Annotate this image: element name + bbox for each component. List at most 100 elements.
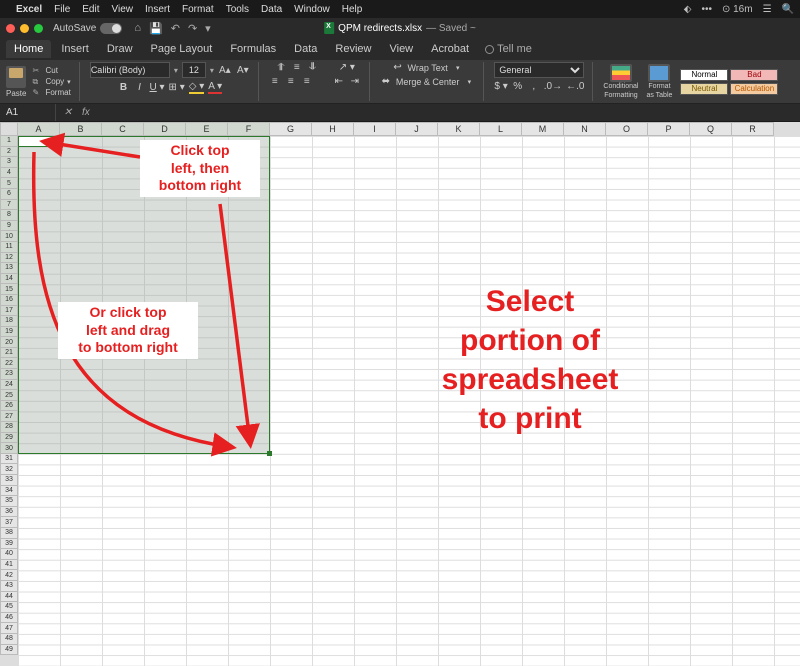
tell-me-search[interactable]: Tell me <box>485 43 532 55</box>
row-header-2[interactable]: 2 <box>0 147 18 158</box>
control-center-icon[interactable]: ☰ <box>763 4 772 15</box>
underline-button[interactable]: U ▾ <box>150 82 165 93</box>
comma-format-button[interactable]: , <box>528 81 540 92</box>
row-header-45[interactable]: 45 <box>0 602 18 613</box>
row-header-30[interactable]: 30 <box>0 443 18 454</box>
qat-undo-icon[interactable]: ↶ <box>171 22 180 35</box>
style-neutral[interactable]: Neutral <box>680 83 728 95</box>
column-header-Q[interactable]: Q <box>690 122 732 136</box>
decrease-indent-button[interactable]: ⇤ <box>333 76 345 87</box>
tab-home[interactable]: Home <box>6 40 51 58</box>
row-header-11[interactable]: 11 <box>0 242 18 253</box>
column-header-B[interactable]: B <box>60 122 102 136</box>
row-header-24[interactable]: 24 <box>0 380 18 391</box>
bold-button[interactable]: B <box>118 82 130 93</box>
row-header-33[interactable]: 33 <box>0 475 18 486</box>
menu-data[interactable]: Data <box>261 4 282 15</box>
percent-format-button[interactable]: % <box>512 81 524 92</box>
row-header-22[interactable]: 22 <box>0 358 18 369</box>
column-header-E[interactable]: E <box>186 122 228 136</box>
column-header-I[interactable]: I <box>354 122 396 136</box>
menu-help[interactable]: Help <box>342 4 363 15</box>
align-top-button[interactable]: ⥣ <box>275 62 287 73</box>
row-header-35[interactable]: 35 <box>0 496 18 507</box>
column-header-G[interactable]: G <box>270 122 312 136</box>
fill-color-button[interactable]: ◇ ▾ <box>189 81 205 94</box>
row-header-6[interactable]: 6 <box>0 189 18 200</box>
row-header-15[interactable]: 15 <box>0 284 18 295</box>
qat-home-icon[interactable]: ⌂ <box>134 22 141 35</box>
row-header-18[interactable]: 18 <box>0 316 18 327</box>
decrease-font-button[interactable]: A▾ <box>236 63 250 77</box>
borders-button[interactable]: ⊞ ▾ <box>169 82 185 93</box>
tab-acrobat[interactable]: Acrobat <box>423 40 477 58</box>
menu-view[interactable]: View <box>112 4 134 15</box>
decrease-decimal-button[interactable]: ←.0 <box>566 81 584 92</box>
cut-button[interactable]: ✂Cut <box>32 66 70 76</box>
column-header-H[interactable]: H <box>312 122 354 136</box>
cancel-formula-icon[interactable]: ✕ <box>56 107 80 118</box>
qat-redo-icon[interactable]: ↷ <box>188 22 197 35</box>
row-header-42[interactable]: 42 <box>0 570 18 581</box>
row-header-14[interactable]: 14 <box>0 274 18 285</box>
row-header-4[interactable]: 4 <box>0 168 18 179</box>
row-header-23[interactable]: 23 <box>0 369 18 380</box>
align-bottom-button[interactable]: ⥥ <box>307 62 319 73</box>
row-header-47[interactable]: 47 <box>0 623 18 634</box>
row-header-7[interactable]: 7 <box>0 200 18 211</box>
menu-tools[interactable]: Tools <box>226 4 249 15</box>
italic-button[interactable]: I <box>134 82 146 93</box>
autosave-toggle[interactable] <box>100 23 122 34</box>
merge-center-button[interactable]: ⬌ Merge & Center ▾ <box>380 76 476 87</box>
row-header-48[interactable]: 48 <box>0 634 18 645</box>
menu-edit[interactable]: Edit <box>82 4 99 15</box>
spotlight-icon[interactable]: 🔍 <box>782 4 794 15</box>
fx-icon[interactable]: fx <box>82 107 90 118</box>
align-center-button[interactable]: ≡ <box>285 76 297 87</box>
tab-review[interactable]: Review <box>327 40 379 58</box>
copy-button[interactable]: ⧉Copy ▾ <box>32 77 70 87</box>
menu-format[interactable]: Format <box>182 4 214 15</box>
column-header-A[interactable]: A <box>18 122 60 136</box>
dropbox-icon[interactable]: ⬖ <box>684 4 692 15</box>
align-left-button[interactable]: ≡ <box>269 76 281 87</box>
row-header-49[interactable]: 49 <box>0 645 18 656</box>
menu-file[interactable]: File <box>54 4 70 15</box>
font-name-select[interactable] <box>90 62 170 78</box>
row-header-27[interactable]: 27 <box>0 411 18 422</box>
qat-save-icon[interactable]: 💾 <box>149 22 163 35</box>
row-header-41[interactable]: 41 <box>0 560 18 571</box>
row-header-3[interactable]: 3 <box>0 157 18 168</box>
row-header-12[interactable]: 12 <box>0 253 18 264</box>
row-header-37[interactable]: 37 <box>0 517 18 528</box>
zoom-window-button[interactable] <box>34 24 43 33</box>
row-header-34[interactable]: 34 <box>0 486 18 497</box>
column-header-K[interactable]: K <box>438 122 480 136</box>
more-icon[interactable]: ••• <box>701 4 712 15</box>
column-header-O[interactable]: O <box>606 122 648 136</box>
increase-font-button[interactable]: A▴ <box>218 63 232 77</box>
row-header-26[interactable]: 26 <box>0 401 18 412</box>
menu-window[interactable]: Window <box>294 4 330 15</box>
increase-decimal-button[interactable]: .0→ <box>544 81 562 92</box>
name-box[interactable]: A1 <box>0 104 56 121</box>
format-painter-button[interactable]: ✎Format <box>32 88 70 98</box>
row-header-44[interactable]: 44 <box>0 592 18 603</box>
row-header-25[interactable]: 25 <box>0 390 18 401</box>
font-size-select[interactable] <box>182 62 206 78</box>
fill-handle[interactable] <box>267 451 272 456</box>
select-all-corner[interactable] <box>0 122 18 136</box>
row-header-10[interactable]: 10 <box>0 231 18 242</box>
tab-view[interactable]: View <box>381 40 421 58</box>
style-calculation[interactable]: Calculation <box>730 83 778 95</box>
row-header-16[interactable]: 16 <box>0 295 18 306</box>
accounting-format-button[interactable]: $ ▾ <box>494 81 507 92</box>
paste-button[interactable]: Paste <box>6 66 26 98</box>
column-header-J[interactable]: J <box>396 122 438 136</box>
row-header-31[interactable]: 31 <box>0 454 18 465</box>
column-header-C[interactable]: C <box>102 122 144 136</box>
style-normal[interactable]: Normal <box>680 69 728 81</box>
row-header-21[interactable]: 21 <box>0 348 18 359</box>
row-header-29[interactable]: 29 <box>0 433 18 444</box>
tab-insert[interactable]: Insert <box>53 40 97 58</box>
